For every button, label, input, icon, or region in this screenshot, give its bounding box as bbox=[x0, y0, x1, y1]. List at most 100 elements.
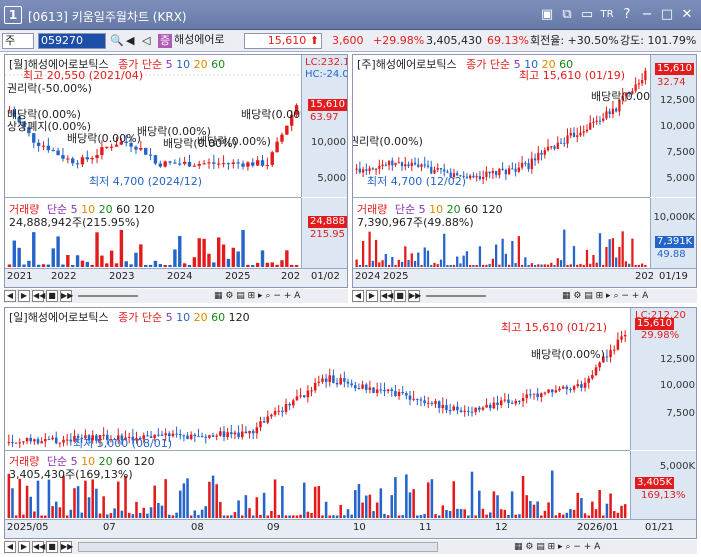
volume-bar bbox=[550, 262, 553, 267]
volume-bar bbox=[262, 492, 266, 518]
window-icon[interactable]: ▭ bbox=[579, 7, 595, 23]
monthly-hc: HC:-24.0 bbox=[305, 69, 348, 80]
stock-code-input[interactable]: 059270 bbox=[38, 33, 106, 49]
candle-body bbox=[69, 439, 73, 442]
daily-low-label: 최저 5,000 (08/01) bbox=[73, 437, 173, 450]
weekly-vol-ytick: 10,000K bbox=[653, 212, 695, 223]
monthly-xtick-2022: 2022 bbox=[51, 271, 77, 282]
volume-bar bbox=[51, 248, 55, 267]
volume-bar bbox=[192, 257, 197, 267]
candle-body bbox=[275, 141, 279, 153]
candle-body bbox=[215, 435, 218, 437]
scroll-left-icon[interactable]: ◀ bbox=[4, 290, 16, 302]
stop-icon[interactable]: ■ bbox=[46, 290, 58, 302]
close-icon[interactable]: ✕ bbox=[679, 7, 695, 23]
candle-body bbox=[25, 437, 29, 442]
candle-body bbox=[400, 162, 404, 167]
candle-body bbox=[478, 407, 481, 410]
candle-body bbox=[536, 393, 539, 398]
volume-bar bbox=[255, 497, 259, 518]
monthly-xtick-2021: 2021 bbox=[7, 271, 33, 282]
forward-icon[interactable]: ▶▶ bbox=[60, 541, 73, 553]
candle-body bbox=[478, 176, 482, 179]
candle-body bbox=[259, 421, 262, 428]
monthly-chart-panel[interactable]: [월]해성에어로보틱스 종가 단순 5 10 20 60 최고 20,550 (… bbox=[4, 54, 348, 288]
chart-tools-icon[interactable]: ▦ ⚙ ▤ ⊞ ▸ ⌕ − + A bbox=[514, 542, 600, 552]
volume-bar bbox=[547, 502, 550, 518]
step-right-icon[interactable]: ▶ bbox=[366, 290, 378, 302]
candle-body bbox=[472, 175, 475, 178]
weekly-control-bar[interactable]: ◀ ▶ ◀◀ ■ ▶▶ ▦ ⚙ ▤ ⊞ ▸ ⌕ − + A bbox=[352, 289, 697, 303]
chart-tools-icon[interactable]: ▦ ⚙ ▤ ⊞ ▸ ⌕ − + A bbox=[562, 291, 648, 301]
forward-icon[interactable]: ▶▶ bbox=[408, 290, 421, 302]
candle-body bbox=[467, 410, 470, 412]
daily-control-bar[interactable]: ◀ ▶ ◀◀ ■ ▶▶ ▦ ⚙ ▤ ⊞ ▸ ⌕ − + A bbox=[4, 540, 697, 554]
volume-bar bbox=[95, 232, 99, 267]
candle-body bbox=[284, 404, 288, 412]
candle-body bbox=[14, 442, 18, 444]
volume-bar bbox=[499, 509, 503, 518]
minimize-icon[interactable]: − bbox=[639, 7, 655, 23]
candle-body bbox=[270, 414, 273, 417]
daily-ma120: 120 bbox=[228, 311, 250, 324]
volume-bar bbox=[361, 240, 365, 267]
rewind-icon[interactable]: ◀◀ bbox=[32, 541, 45, 553]
candle-body bbox=[244, 431, 248, 434]
daily-chart-panel[interactable]: [일]해성에어로보틱스 종가 단순 5 10 20 60 120 최고 15,6… bbox=[4, 307, 697, 539]
pin-icon[interactable]: ▣ bbox=[539, 7, 555, 23]
copy-icon[interactable]: ⧉ bbox=[559, 7, 575, 23]
volume-bar bbox=[27, 260, 31, 267]
horizontal-scrollbar[interactable] bbox=[78, 542, 438, 552]
candle-body bbox=[175, 433, 178, 435]
help-icon[interactable]: ? bbox=[619, 7, 635, 23]
strength-value: 강도: 101.79% bbox=[620, 34, 697, 47]
candle-body bbox=[193, 434, 197, 437]
volume-bar bbox=[171, 515, 175, 518]
candle-body bbox=[202, 163, 206, 165]
step-right-icon[interactable]: ▶ bbox=[18, 290, 30, 302]
weekly-chart-panel[interactable]: [주]해성에어로보틱스 종가 단순 5 10 20 60 최고 15,610 (… bbox=[352, 54, 697, 288]
search-icon[interactable]: 🔍 bbox=[110, 34, 124, 48]
volume-bar bbox=[394, 264, 397, 267]
step-right-icon[interactable]: ▶ bbox=[18, 541, 30, 553]
zoom-slider[interactable] bbox=[426, 295, 486, 297]
candle-body bbox=[33, 439, 36, 442]
monthly-xtick-2024: 2024 bbox=[167, 271, 193, 282]
volume-bar bbox=[215, 484, 218, 518]
candle-body bbox=[379, 389, 383, 391]
candle-body bbox=[350, 383, 353, 386]
scroll-left-icon[interactable]: ◀ bbox=[352, 290, 364, 302]
forward-icon[interactable]: ▶▶ bbox=[60, 290, 73, 302]
volume-bar bbox=[343, 515, 346, 518]
window-number-badge[interactable]: 1 bbox=[4, 6, 22, 24]
candle-body bbox=[56, 150, 60, 156]
candle-body bbox=[361, 384, 364, 389]
volume-bar bbox=[153, 260, 158, 267]
maximize-icon[interactable]: □ bbox=[659, 7, 675, 23]
monthly-ma10: 10 bbox=[176, 58, 191, 71]
volume-bar bbox=[623, 504, 627, 518]
prev-stock-icon[interactable]: ◁ bbox=[142, 34, 150, 48]
rewind-icon[interactable]: ◀◀ bbox=[380, 290, 393, 302]
candle-body bbox=[394, 162, 397, 166]
monthly-control-bar[interactable]: ◀ ▶ ◀◀ ■ ▶▶ ▦ ⚙ ▤ ⊞ ▸ ⌕ − + A bbox=[4, 289, 348, 303]
scroll-left-icon[interactable]: ◀ bbox=[4, 541, 16, 553]
chart-tools-icon[interactable]: ▦ ⚙ ▤ ⊞ ▸ ⌕ − + A bbox=[214, 291, 300, 301]
stop-icon[interactable]: ■ bbox=[46, 541, 58, 553]
tr-icon[interactable]: TR bbox=[599, 7, 615, 23]
volume-bar bbox=[58, 507, 62, 518]
stop-icon[interactable]: ■ bbox=[394, 290, 406, 302]
stock-name-field[interactable]: 해성에어로 bbox=[172, 33, 238, 49]
candle-body bbox=[609, 350, 612, 358]
candle-body bbox=[222, 431, 226, 437]
rewind-icon[interactable]: ◀◀ bbox=[32, 290, 45, 302]
volume-bar bbox=[302, 482, 306, 518]
sound-icon[interactable]: ◀ bbox=[126, 34, 134, 48]
market-select[interactable]: 주 bbox=[2, 33, 34, 49]
volume-bar bbox=[157, 502, 160, 518]
volume-bar bbox=[131, 514, 135, 518]
candle-body bbox=[521, 398, 525, 402]
zoom-slider[interactable] bbox=[78, 295, 138, 297]
weekly-pct-tag: 32.74 bbox=[657, 77, 686, 88]
candle-body bbox=[572, 132, 576, 137]
